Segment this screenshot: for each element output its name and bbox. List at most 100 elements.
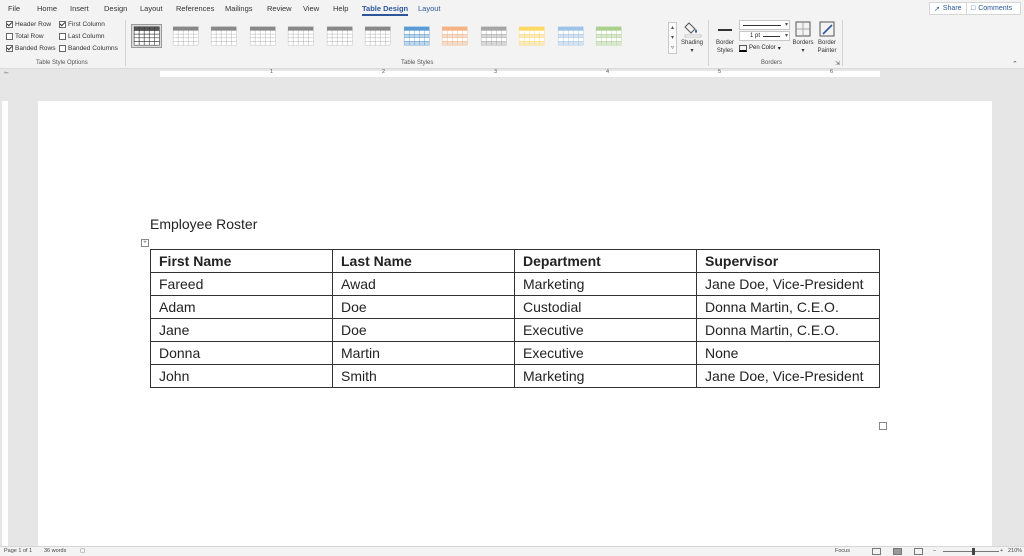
zoom-slider-thumb[interactable]	[972, 548, 975, 555]
menu-mailings[interactable]: Mailings	[225, 4, 253, 13]
shading-button[interactable]: Shading ▾	[680, 20, 704, 58]
chevron-up-icon: ▴	[670, 25, 674, 31]
menu-table-design[interactable]: Table Design	[362, 4, 409, 16]
word-count[interactable]: 36 words	[44, 548, 66, 554]
ruler-track[interactable]	[160, 71, 880, 77]
table-cell[interactable]: Martin	[332, 341, 515, 365]
table-cell[interactable]: John	[150, 364, 333, 388]
dialog-launcher-icon[interactable]: ⇲	[835, 60, 840, 67]
table-cell[interactable]: Marketing	[514, 272, 697, 296]
read-mode-icon[interactable]	[872, 548, 881, 555]
line-style-select[interactable]: ▾	[739, 20, 790, 30]
table-cell[interactable]: Jane Doe, Vice-President	[696, 364, 880, 388]
menu-home[interactable]: Home	[37, 4, 57, 13]
table-style-swatch[interactable]	[247, 24, 278, 48]
menu-insert[interactable]: Insert	[70, 4, 89, 13]
document-heading[interactable]: Employee Roster	[150, 216, 257, 232]
header-row-checkbox[interactable]	[6, 21, 13, 28]
table-style-swatch[interactable]	[593, 24, 624, 48]
proofing-icon[interactable]: ▢	[80, 548, 85, 554]
table-style-swatch[interactable]	[555, 24, 586, 48]
banded-rows-checkbox[interactable]	[6, 45, 13, 52]
chevron-down-icon: ▾	[784, 22, 788, 28]
more-icon: ▿	[670, 45, 674, 51]
table-cell[interactable]: Executive	[514, 341, 697, 365]
total-row-checkbox[interactable]	[6, 33, 13, 40]
table-cell[interactable]: Smith	[332, 364, 515, 388]
collapse-ribbon-icon[interactable]: ⌃	[1012, 60, 1018, 68]
table-style-swatch[interactable]	[478, 24, 509, 48]
banded-columns-checkbox[interactable]	[59, 45, 66, 52]
table-style-swatch[interactable]	[362, 24, 393, 48]
table-cell[interactable]: Custodial	[514, 295, 697, 319]
focus-button[interactable]: Focus	[835, 548, 850, 554]
last-column-checkbox[interactable]	[59, 33, 66, 40]
zoom-level[interactable]: 210%	[1008, 548, 1022, 554]
comments-button[interactable]: □ Comments	[966, 2, 1021, 15]
table-cell[interactable]: Doe	[332, 318, 515, 342]
chevron-down-icon: ▾	[784, 33, 788, 39]
border-painter-button[interactable]: Border Painter	[815, 20, 839, 58]
pen-color-button[interactable]: Pen Color ▾	[739, 43, 790, 53]
zoom-in-icon[interactable]: +	[1000, 548, 1003, 554]
header-cell[interactable]: Last Name	[332, 249, 515, 273]
table-cell[interactable]: Fareed	[150, 272, 333, 296]
borders-button[interactable]: Borders ▾	[792, 20, 814, 58]
table-cell[interactable]: Marketing	[514, 364, 697, 388]
header-cell[interactable]: Department	[514, 249, 697, 273]
share-button[interactable]: ↗ Share	[929, 2, 967, 15]
table-resize-handle[interactable]	[879, 422, 887, 430]
table-cell[interactable]: Adam	[150, 295, 333, 319]
table-cell[interactable]: None	[696, 341, 880, 365]
table-move-handle-icon[interactable]: +	[141, 239, 149, 247]
table-cell[interactable]: Donna Martin, C.E.O.	[696, 318, 880, 342]
table-cell[interactable]: Donna	[150, 341, 333, 365]
first-column-checkbox[interactable]	[59, 21, 66, 28]
table-style-swatch[interactable]	[516, 24, 547, 48]
menu-table-layout[interactable]: Layout	[418, 4, 441, 13]
borders-grid-icon	[795, 21, 811, 37]
table-style-swatch[interactable]	[439, 24, 470, 48]
table-style-swatch[interactable]	[401, 24, 432, 48]
table-cell[interactable]: Jane Doe, Vice-President	[696, 272, 880, 296]
zoom-out-icon[interactable]: –	[933, 548, 936, 554]
menu-references[interactable]: References	[176, 4, 214, 13]
table-cell[interactable]: Doe	[332, 295, 515, 319]
menu-review[interactable]: Review	[267, 4, 292, 13]
menu-view[interactable]: View	[303, 4, 319, 13]
last-column-option[interactable]: Last Column	[59, 33, 105, 40]
table-grid-icon	[326, 26, 353, 46]
chevron-down-icon: ▾	[690, 48, 694, 54]
menu-help[interactable]: Help	[333, 4, 348, 13]
table-cell[interactable]: Jane	[150, 318, 333, 342]
banded-rows-option[interactable]: Banded Rows	[6, 45, 55, 52]
table-header-row: First Name Last Name Department Supervis…	[150, 249, 880, 273]
header-cell[interactable]: First Name	[150, 249, 333, 273]
web-layout-icon[interactable]	[914, 548, 923, 555]
menu-design[interactable]: Design	[104, 4, 127, 13]
menu-layout[interactable]: Layout	[140, 4, 163, 13]
gallery-scroll[interactable]: ▴ ▾ ▿	[668, 22, 677, 54]
table-style-swatch[interactable]	[285, 24, 316, 48]
zoom-slider[interactable]	[943, 551, 999, 552]
table-cell[interactable]: Awad	[332, 272, 515, 296]
table-style-swatch[interactable]	[170, 24, 201, 48]
table-style-swatch[interactable]	[131, 24, 162, 48]
print-layout-icon[interactable]	[893, 548, 902, 555]
page-count[interactable]: Page 1 of 1	[4, 548, 32, 554]
line-weight-select[interactable]: 1 pt ▾	[739, 31, 790, 41]
border-styles-button[interactable]: Border Styles	[713, 20, 737, 58]
employee-table[interactable]: First Name Last Name Department Supervis…	[150, 249, 880, 388]
header-row-option[interactable]: Header Row	[6, 21, 51, 28]
first-column-option[interactable]: First Column	[59, 21, 105, 28]
table-cell[interactable]: Executive	[514, 318, 697, 342]
table-style-swatch[interactable]	[324, 24, 355, 48]
total-row-option[interactable]: Total Row	[6, 33, 44, 40]
document-page[interactable]: Employee Roster + First Name Last Name D…	[38, 101, 992, 547]
banded-columns-option[interactable]: Banded Columns	[59, 45, 118, 52]
menu-file[interactable]: File	[8, 4, 20, 13]
header-cell[interactable]: Supervisor	[696, 249, 880, 273]
tab-selector-icon[interactable]: ⌙	[4, 69, 9, 76]
table-style-swatch[interactable]	[208, 24, 239, 48]
table-cell[interactable]: Donna Martin, C.E.O.	[696, 295, 880, 319]
